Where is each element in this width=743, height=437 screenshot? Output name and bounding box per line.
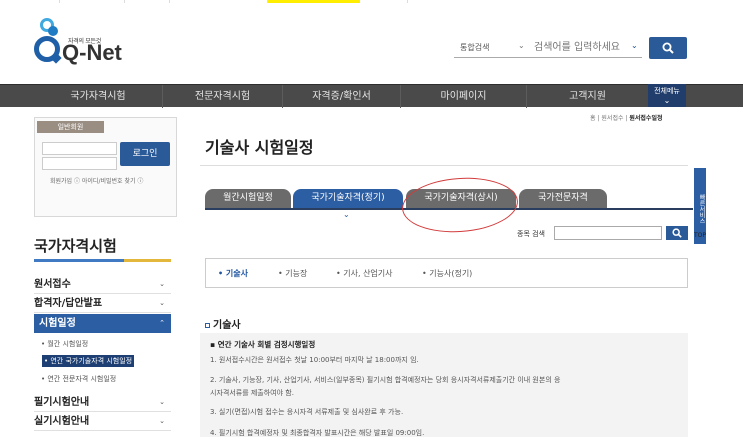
nav-item-professional-exam[interactable]: 전문자격시험	[162, 85, 282, 108]
chevron-down-icon: ⌄	[663, 96, 671, 105]
find-label: 종목 검색	[517, 230, 545, 238]
top-strip-tab[interactable]	[170, 0, 268, 3]
search-icon	[662, 42, 674, 54]
chevron-down-icon: ⌄	[159, 299, 165, 307]
breadcrumb-home[interactable]: 홈	[590, 115, 596, 122]
sidebar-item-schedule[interactable]: 시험일정 ⌃	[34, 314, 171, 333]
sidebar-title: 국가자격시험	[34, 237, 117, 255]
notice-line: 3. 실기(면접)시험 접수는 응시자격 서류제출 및 심사완료 후 가능.	[210, 408, 404, 416]
breadcrumb-current: 원서접수일정	[629, 115, 663, 122]
page-title: 기술사 시험일정	[205, 138, 314, 157]
chevron-down-icon: ⌄	[343, 210, 350, 219]
top-strip-tab[interactable]	[60, 0, 125, 3]
chevron-down-icon[interactable]: ⌄	[518, 41, 525, 50]
nav-item-mypage[interactable]: 마이페이지	[400, 85, 526, 108]
sidebar-item-application[interactable]: 원서접수 ⌄	[34, 275, 171, 294]
top-strip	[0, 0, 743, 3]
sidebar-item-label: 필기시험안내	[34, 397, 90, 408]
sidebar-item-written-exam[interactable]: 필기시험안내 ⌄	[34, 393, 171, 412]
section-heading: 기술사	[205, 316, 241, 331]
sidebar-item-results[interactable]: 합격자/답안발표 ⌄	[34, 294, 171, 313]
top-strip-tab[interactable]	[0, 0, 60, 3]
tab-professional[interactable]: 국가전문자격	[519, 189, 607, 208]
nav-item-certificate[interactable]: 자격증/확인서	[282, 85, 400, 108]
search-bar: 통합검색 ⌄ ⌄	[454, 38, 642, 58]
submenu-annual-national[interactable]: • 연간 국가기술자격 시험일정	[42, 355, 135, 367]
filter-craftsman[interactable]: • 기능사(정기)	[422, 268, 472, 279]
search-category-select[interactable]: 통합검색	[460, 42, 489, 53]
filter-engineer-pe[interactable]: • 기술사	[218, 268, 248, 279]
chevron-down-icon[interactable]: ⌄	[631, 41, 638, 50]
sidebar-item-label: 실기시험안내	[34, 416, 90, 427]
notice-title: ▪ 연간 기술사 회별 검정시행일정	[210, 340, 316, 349]
all-menu-label: 전체메뉴	[654, 87, 680, 95]
chevron-down-icon: ⌄	[159, 280, 165, 288]
sidebar-item-label: 합격자/답안발표	[34, 298, 103, 309]
tab-national-regular[interactable]: 국가기술자격(정기)	[293, 189, 403, 208]
subject-search-input[interactable]	[554, 226, 662, 240]
logo-text: Q-Net	[62, 40, 122, 65]
member-tag[interactable]: 일반회원	[37, 121, 104, 133]
search-icon	[672, 228, 682, 238]
nav-item-support[interactable]: 고객지원	[526, 85, 648, 108]
qnet-logo[interactable]: 자격의 모든것 Q-Net	[34, 16, 144, 68]
top-strip-highlight[interactable]	[268, 0, 360, 3]
password-field[interactable]	[42, 157, 117, 170]
notice-line: 2. 기술사, 기능장, 기사, 산업기사, 서비스(일부종목) 필기시험 합격…	[210, 376, 561, 384]
nav-item-national-exam[interactable]: 국가자격시험	[34, 85, 162, 108]
filter-master-craftsman[interactable]: • 기능장	[278, 268, 307, 279]
notice-line: 시자격서류를 제출하여야 함.	[210, 389, 294, 397]
login-button[interactable]: 로그인	[120, 142, 170, 166]
top-strip-tab[interactable]	[360, 0, 408, 3]
notice-line: 1. 원서접수시간은 원서접수 첫날 10:00부터 마지막 날 18:00까지…	[210, 356, 419, 364]
main-nav: 국가자격시험 전문자격시험 자격증/확인서 마이페이지 고객지원	[0, 84, 743, 108]
breadcrumb: 홈 | 원서접수 | 원서접수일정	[590, 115, 663, 122]
square-bullet-icon	[205, 322, 210, 328]
category-filter: • 기술사 • 기능장 • 기사, 산업기사 • 기능사(정기)	[205, 258, 688, 288]
sidebar-item-practical-exam[interactable]: 실기시험안내 ⌄	[34, 412, 171, 431]
login-links[interactable]: 회원가입 ⓘ 아이디/비밀번호 찾기 ⓘ	[50, 176, 143, 185]
filter-engineer[interactable]: • 기사, 산업기사	[336, 268, 393, 279]
notice-line: 4. 필기시험 합격예정자 및 최종합격자 발표시간은 해당 발표일 09:00…	[210, 429, 425, 437]
breadcrumb-parent[interactable]: 원서접수	[601, 115, 623, 122]
submenu-monthly[interactable]: • 월간 시험일정	[41, 339, 88, 349]
sidebar-title-underline	[34, 259, 171, 262]
search-input[interactable]	[534, 39, 630, 56]
subject-search-button[interactable]	[666, 226, 688, 240]
top-button[interactable]: TOP	[692, 232, 708, 242]
chevron-down-icon: ⌄	[159, 417, 165, 425]
logo-dot-icon	[48, 26, 58, 36]
chevron-up-icon: ⌃	[159, 319, 165, 327]
id-field[interactable]	[42, 142, 117, 155]
search-button[interactable]	[649, 37, 687, 59]
top-strip-tab[interactable]	[125, 0, 170, 3]
sidebar-item-label: 시험일정	[39, 318, 76, 329]
all-menu-button[interactable]: 전체메뉴 ⌄	[648, 84, 686, 107]
submenu-annual-professional[interactable]: • 연간 전문자격 시험일정	[41, 374, 116, 384]
chevron-down-icon: ⌄	[159, 398, 165, 406]
page-divider	[200, 165, 688, 166]
tab-monthly[interactable]: 월간시험일정	[205, 189, 291, 208]
sidebar-item-label: 원서접수	[34, 279, 71, 290]
notice-box: ▪ 연간 기술사 회별 검정시행일정 1. 원서접수시간은 원서접수 첫날 10…	[200, 333, 688, 437]
red-annotation-circle	[400, 174, 520, 236]
